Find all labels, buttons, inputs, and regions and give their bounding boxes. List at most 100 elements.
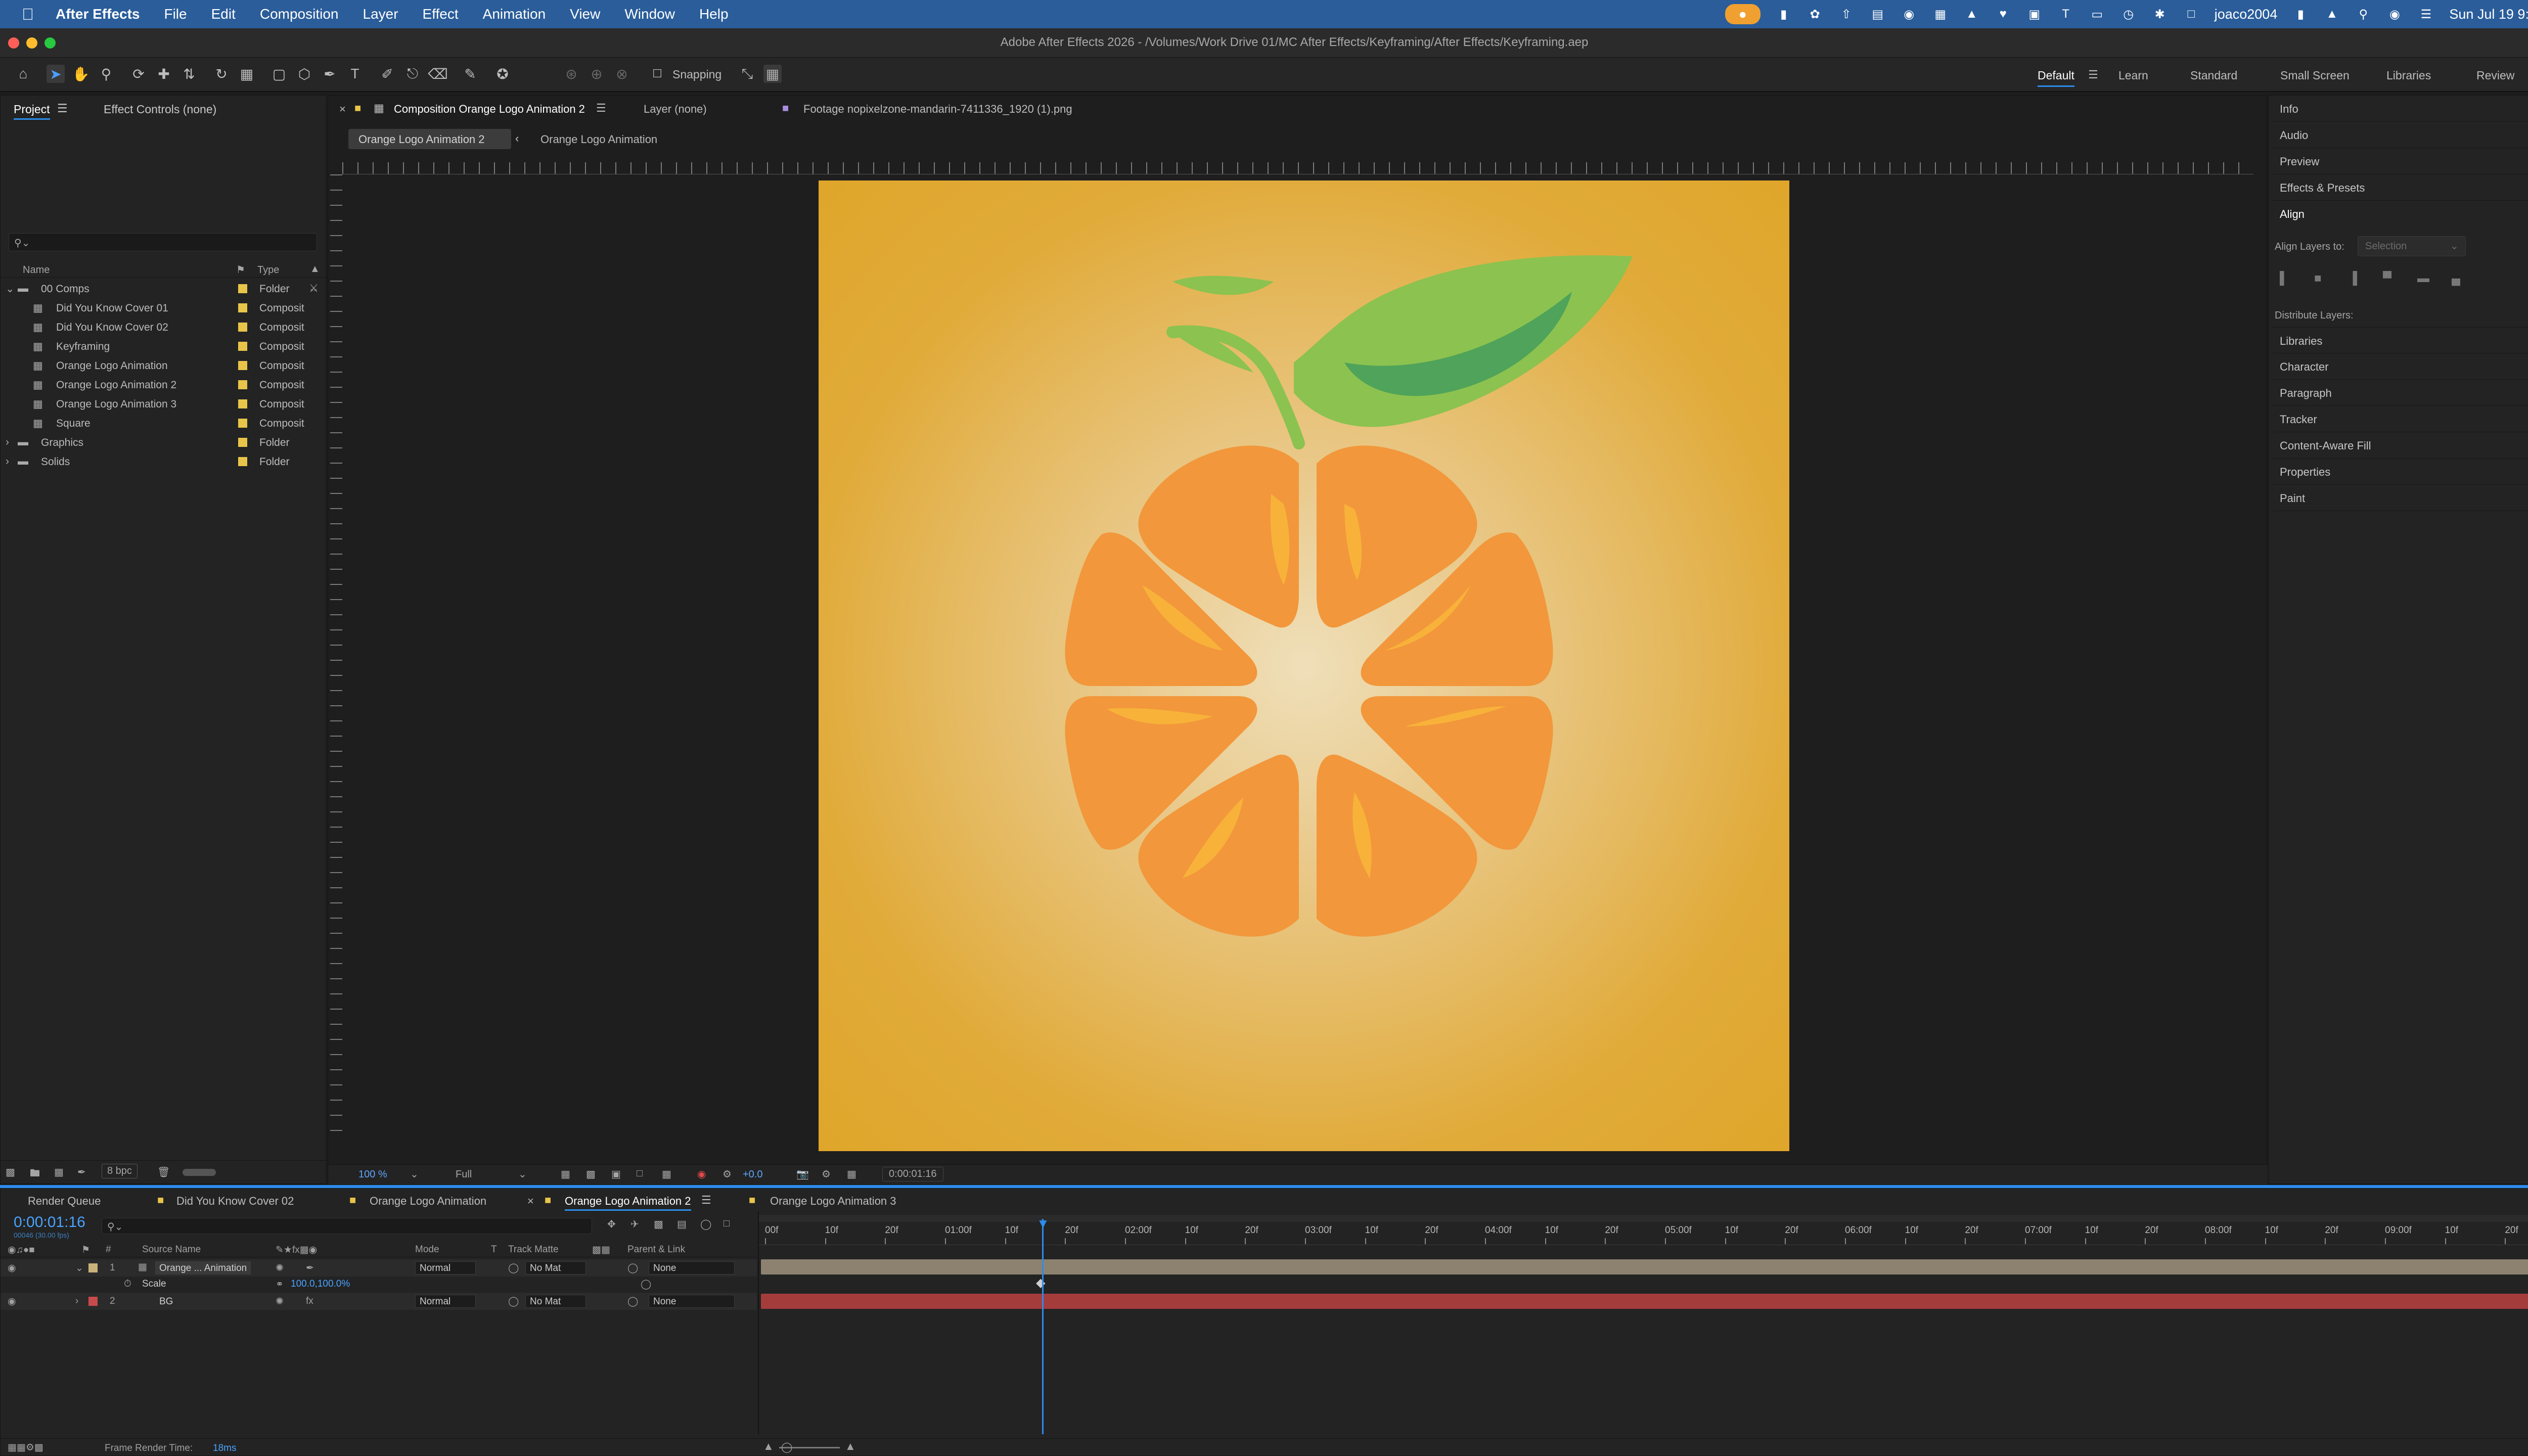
orbit-tool-icon[interactable]: ⟳ (129, 65, 148, 83)
creative-cloud-icon[interactable]: ✿ (1807, 6, 1823, 22)
local-axis-icon[interactable]: ⊛ (562, 65, 580, 83)
label-color-swatch[interactable] (238, 438, 247, 447)
panel-tracker[interactable]: Tracker (2273, 406, 2528, 432)
thumbnail-slider[interactable] (183, 1169, 216, 1176)
layer-label-color[interactable] (88, 1297, 98, 1306)
chevron-down-icon[interactable]: ⌄ (410, 1168, 419, 1180)
rectangle-tool-icon[interactable]: ▢ (270, 65, 288, 83)
keyframe-icon[interactable]: ◆ (1036, 1276, 1045, 1290)
control-center-icon[interactable]: ☰ (2418, 6, 2434, 22)
align-bottom-icon[interactable]: ▄ (2452, 271, 2460, 286)
tab-orange-logo-animation[interactable]: Orange Logo Animation (370, 1195, 486, 1208)
menu-animation[interactable]: Animation (483, 6, 546, 22)
menu-app-name[interactable]: After Effects (56, 6, 140, 22)
workspace-small-screen[interactable]: Small Screen (2280, 69, 2350, 82)
twirl-right-icon[interactable]: › (6, 456, 9, 468)
resolution-select[interactable]: Full (456, 1169, 472, 1180)
new-folder-icon[interactable]: 🖿 (30, 1166, 40, 1183)
align-vertical-center-icon[interactable]: ▬ (2417, 271, 2429, 286)
menu-file[interactable]: File (164, 6, 187, 22)
panel-menu-icon[interactable]: ☰ (596, 102, 606, 115)
mask-visibility-icon[interactable]: ▣ (611, 1168, 621, 1180)
search-icon[interactable]: ⚲ (2355, 6, 2371, 22)
lock-icon[interactable]: ■ (354, 102, 361, 115)
panel-properties[interactable]: Properties (2273, 459, 2528, 485)
collapse-transform-icon[interactable]: ✺ (276, 1262, 284, 1274)
panel-paint[interactable]: Paint (2273, 485, 2528, 511)
twirl-down-icon[interactable]: ⌄ (6, 283, 15, 295)
viewer-timecode[interactable]: 0:00:01:16 (882, 1167, 943, 1181)
parent-pickwhip-icon[interactable]: ◯ (627, 1296, 638, 1307)
microphone-icon[interactable]: ● (1725, 4, 1760, 24)
region-of-interest-icon[interactable]: □ (637, 1168, 643, 1179)
column-parent-link[interactable]: Parent & Link (627, 1244, 685, 1255)
show-channel-icon[interactable]: ▦ (847, 1168, 856, 1180)
layer-name[interactable]: BG (155, 1295, 177, 1309)
panel-audio[interactable]: Audio (2273, 122, 2528, 148)
bit-depth-button[interactable]: 8 bpc (102, 1164, 138, 1178)
align-layers-to-select[interactable]: Selection ⌄ (2358, 236, 2466, 256)
lock-icon[interactable]: ▲ (1964, 6, 1980, 22)
project-item[interactable]: ▦ Orange Logo Animation 2 Composit (1, 376, 327, 395)
twirl-down-icon[interactable]: ⌄ (75, 1262, 83, 1274)
snap-options-icon[interactable]: ⤡ (738, 65, 756, 83)
menu-composition[interactable]: Composition (260, 6, 339, 22)
bluetooth-icon[interactable]: ✱ (2152, 6, 2168, 22)
panel-content-aware-fill[interactable]: Content-Aware Fill (2273, 432, 2528, 459)
parent-select[interactable]: None (649, 1295, 735, 1308)
anchor-tool-icon[interactable]: ▦ (238, 65, 256, 83)
workspace-default[interactable]: Default (2038, 69, 2074, 87)
panel-info[interactable]: Info (2273, 96, 2528, 122)
label-color-swatch[interactable] (238, 361, 247, 370)
work-area-bar[interactable] (759, 1215, 2528, 1222)
menu-extra-icon[interactable]: ◉ (1901, 6, 1917, 22)
hand-tool-icon[interactable]: ✋ (72, 65, 90, 83)
workspace-libraries[interactable]: Libraries (2386, 69, 2431, 82)
label-column-icon[interactable]: ⚑ (81, 1244, 90, 1256)
tab-layer[interactable]: Layer (none) (644, 103, 707, 116)
roto-brush-tool-icon[interactable]: ✎ (461, 65, 479, 83)
transparency-grid-icon[interactable]: ▩ (586, 1168, 596, 1180)
project-item[interactable]: › ▬ Graphics Folder (1, 433, 327, 452)
pan-tool-icon[interactable]: ✚ (155, 65, 173, 83)
menu-help[interactable]: Help (699, 6, 729, 22)
label-color-swatch[interactable] (238, 303, 247, 312)
clone-stamp-tool-icon[interactable]: ⎋ (403, 65, 422, 83)
visibility-eye-icon[interactable]: ◉ (8, 1296, 16, 1307)
sort-icon[interactable]: ▲ (310, 263, 320, 275)
menu-effect[interactable]: Effect (423, 6, 459, 22)
tab-render-queue[interactable]: Render Queue (28, 1195, 101, 1208)
adjust-settings-icon[interactable]: ✒ (77, 1166, 86, 1178)
menu-edit[interactable]: Edit (211, 6, 236, 22)
label-color-swatch[interactable] (238, 323, 247, 332)
horizontal-ruler[interactable] (342, 162, 2253, 174)
chevron-down-icon[interactable]: ⌄ (518, 1168, 527, 1180)
parent-select[interactable]: None (649, 1261, 735, 1275)
blend-mode-select[interactable]: Normal (415, 1295, 476, 1308)
menu-layer[interactable]: Layer (363, 6, 398, 22)
menu-window[interactable]: Window (624, 6, 675, 22)
stopwatch-icon[interactable]: ⏱ (124, 1279, 131, 1290)
label-color-swatch[interactable] (238, 284, 247, 293)
track-matte-pickwhip-icon[interactable]: ◯ (508, 1296, 519, 1307)
dolly-tool-icon[interactable]: ⇅ (180, 65, 198, 83)
view-axis-icon[interactable]: ⊗ (613, 65, 631, 83)
layer-label-color[interactable] (88, 1263, 98, 1272)
zoom-in-icon[interactable]: ▲ (845, 1440, 856, 1453)
quality-icon[interactable]: ✒ (306, 1262, 314, 1274)
project-item[interactable]: › ▬ Solids Folder (1, 452, 327, 472)
interpret-footage-icon[interactable]: ▩ (6, 1166, 15, 1178)
comp-flowchart-icon[interactable]: □ (724, 1218, 730, 1230)
panel-menu-icon[interactable]: ☰ (701, 1194, 711, 1207)
breadcrumb-item-nested[interactable]: Orange Logo Animation (540, 133, 657, 146)
timer-icon[interactable]: ◷ (2120, 6, 2137, 22)
layer-duration-bar[interactable] (761, 1259, 2528, 1275)
motion-blur-icon[interactable]: ▤ (677, 1218, 687, 1231)
puppet-tool-icon[interactable]: ✪ (493, 65, 512, 83)
workspace-review[interactable]: Review (2476, 69, 2514, 82)
panel-align[interactable]: Align (2273, 201, 2528, 227)
rotate-tool-icon[interactable]: ↻ (212, 65, 231, 83)
current-time-indicator[interactable] (1042, 1219, 1044, 1434)
tab-composition[interactable]: Composition Orange Logo Animation 2 (394, 103, 585, 116)
tab-orange-logo-animation-3[interactable]: Orange Logo Animation 3 (770, 1195, 896, 1208)
